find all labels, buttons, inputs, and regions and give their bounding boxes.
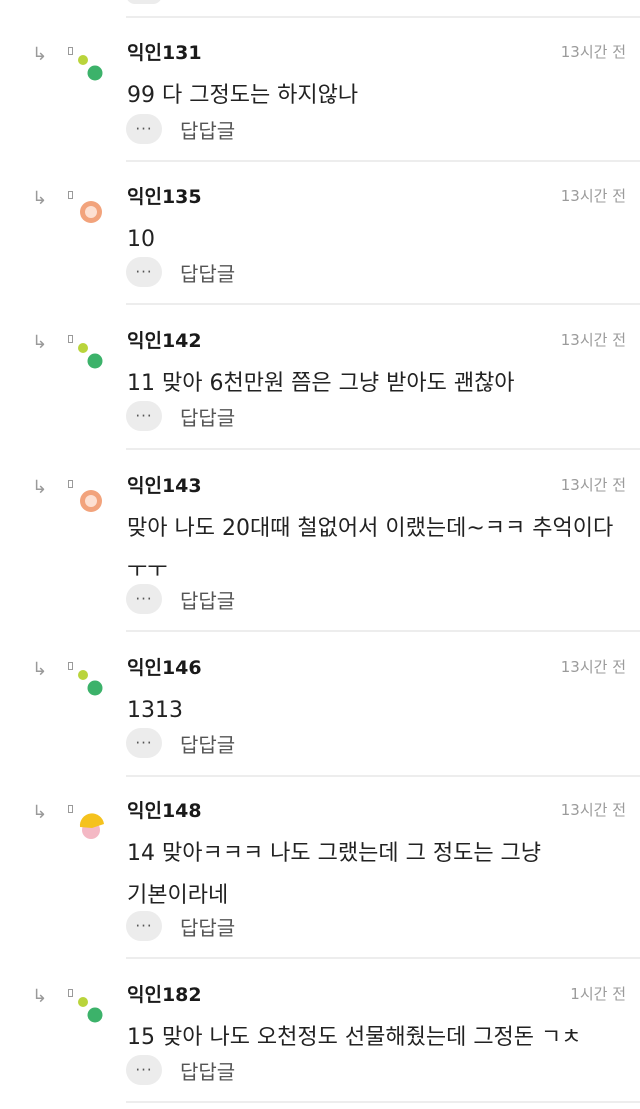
- previous-more-button[interactable]: [126, 0, 162, 4]
- avatar: [76, 342, 110, 376]
- comment-text: 10: [127, 227, 155, 252]
- reply-arrow-icon: ↳: [32, 802, 48, 823]
- avatar: [76, 198, 110, 232]
- comment-text: 15 맞아 나도 오천정도 선물해줬는데 그정돈 ㄱㅊ: [127, 1025, 582, 1050]
- divider: [126, 775, 640, 777]
- reply-marker-icon: [68, 989, 73, 997]
- more-options-button[interactable]: ···: [126, 1055, 162, 1085]
- reply-arrow-icon: ↳: [32, 477, 48, 498]
- comment-author[interactable]: 익인131: [127, 38, 202, 65]
- divider: [126, 303, 640, 305]
- comment-time: 13시간 전: [560, 187, 626, 205]
- reply-button[interactable]: 답답글: [180, 402, 235, 431]
- divider: [126, 1101, 640, 1103]
- comment-time: 13시간 전: [560, 331, 626, 349]
- reply-marker-icon: [68, 805, 73, 813]
- more-options-button[interactable]: ···: [126, 257, 162, 287]
- comment-time: 13시간 전: [560, 43, 626, 61]
- reply-marker-icon: [68, 335, 73, 343]
- comment-text: 14 맞아ㅋㅋㅋ 나도 그랬는데 그 정도는 그냥 기본이라네: [127, 841, 542, 908]
- reply-button[interactable]: 답답글: [180, 258, 235, 287]
- comment-text: 11 맞아 6천만원 쯤은 그냥 받아도 괜찮아: [127, 371, 515, 396]
- more-options-button[interactable]: ···: [126, 728, 162, 758]
- reply-button[interactable]: 답답글: [180, 115, 235, 144]
- comment-author[interactable]: 익인148: [127, 796, 202, 823]
- more-options-button[interactable]: ···: [126, 401, 162, 431]
- comment-author[interactable]: 익인142: [127, 326, 202, 353]
- reply-button[interactable]: 답답글: [180, 1056, 235, 1085]
- comment-author[interactable]: 익인135: [127, 182, 202, 209]
- more-options-button[interactable]: ···: [126, 584, 162, 614]
- reply-marker-icon: [68, 191, 73, 199]
- reply-arrow-icon: ↳: [32, 44, 48, 65]
- comment-author[interactable]: 익인182: [127, 980, 202, 1007]
- reply-marker-icon: [68, 480, 73, 488]
- divider: [126, 160, 640, 162]
- comment-time: 1시간 전: [570, 985, 626, 1003]
- more-options-button[interactable]: ···: [126, 114, 162, 144]
- comment-time: 13시간 전: [560, 801, 626, 819]
- reply-arrow-icon: ↳: [32, 659, 48, 680]
- reply-arrow-icon: ↳: [32, 332, 48, 353]
- reply-arrow-icon: ↳: [32, 188, 48, 209]
- avatar: [76, 812, 110, 846]
- comment-text: 맞아 나도 20대때 철없어서 이랬는데~ㅋㅋ 추억이다 ㅜㅜ: [127, 516, 614, 583]
- comment-text: 1313: [127, 698, 183, 723]
- divider: [126, 630, 640, 632]
- divider: [126, 16, 640, 18]
- comment-author[interactable]: 익인143: [127, 471, 202, 498]
- comment-author[interactable]: 익인146: [127, 653, 202, 680]
- comment-time: 13시간 전: [560, 658, 626, 676]
- reply-marker-icon: [68, 662, 73, 670]
- reply-button[interactable]: 답답글: [180, 585, 235, 614]
- divider: [126, 957, 640, 959]
- reply-button[interactable]: 답답글: [180, 729, 235, 758]
- comment-time: 13시간 전: [560, 476, 626, 494]
- reply-arrow-icon: ↳: [32, 986, 48, 1007]
- reply-button[interactable]: 답답글: [180, 912, 235, 941]
- comment-text: 99 다 그정도는 하지않나: [127, 83, 359, 108]
- avatar: [76, 996, 110, 1030]
- comment-list: ↳ 익인131 13시간 전 99 다 그정도는 하지않나 ··· 답답글 ↳ 익인135…: [0, 0, 640, 1109]
- divider: [126, 448, 640, 450]
- avatar: [76, 669, 110, 703]
- avatar: [76, 487, 110, 521]
- reply-marker-icon: [68, 47, 73, 55]
- more-options-button[interactable]: ···: [126, 911, 162, 941]
- avatar: [76, 54, 110, 88]
